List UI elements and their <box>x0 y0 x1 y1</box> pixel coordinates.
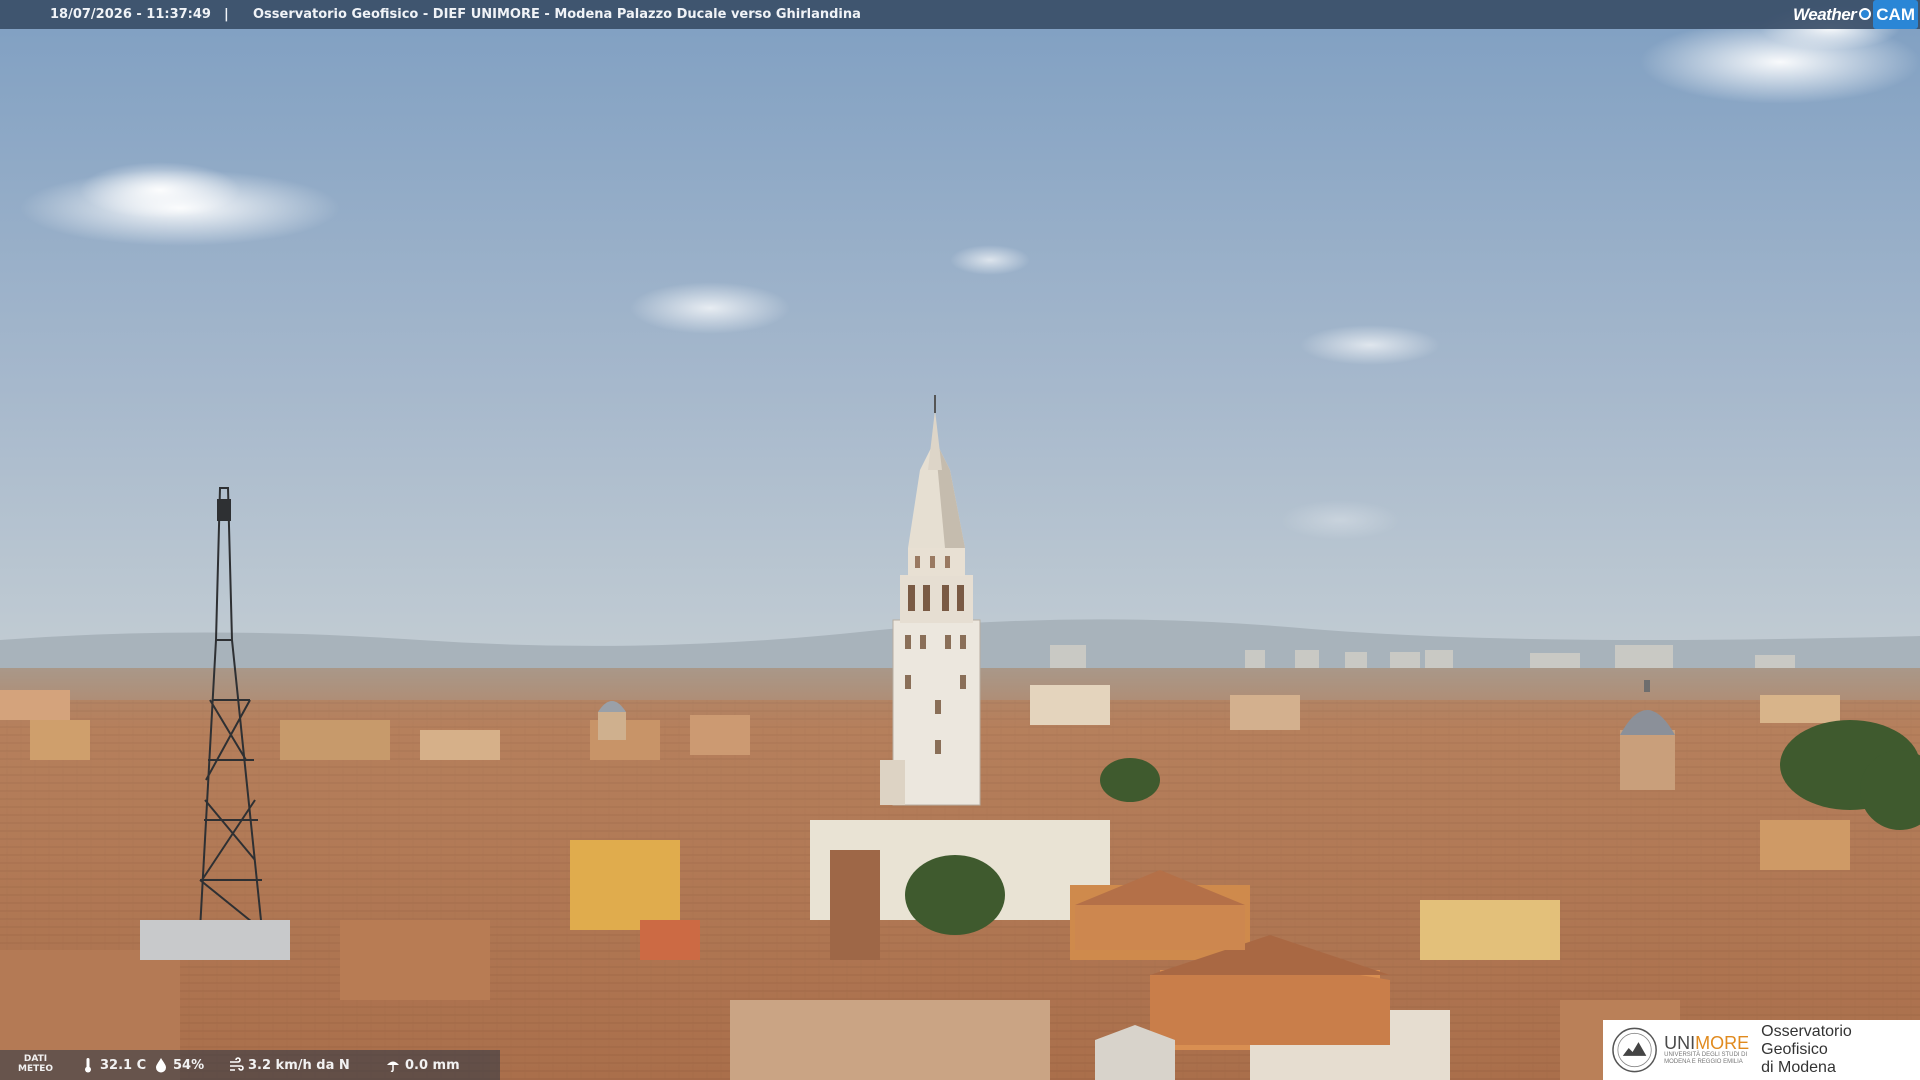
temperature-value: 32.1 C <box>100 1057 147 1073</box>
wind-value: 3.2 km/h da N <box>248 1057 350 1073</box>
rain-value: 0.0 mm <box>405 1057 460 1073</box>
humidity-reading: 54% <box>153 1057 204 1073</box>
webcam-image <box>0 0 1920 1080</box>
separator: | <box>224 7 229 22</box>
wind-icon <box>230 1057 244 1071</box>
observatory-name: Osservatorio Geofisico di Modena <box>1761 1023 1852 1076</box>
humidity-value: 54% <box>173 1057 205 1073</box>
brand-dot-icon <box>1859 8 1872 20</box>
meteo-label: DATI METEO <box>18 1054 54 1074</box>
temperature-reading: 32.1 C <box>80 1057 146 1073</box>
caption-bar: 18/07/2026 - 11:37:49 | Osservatorio Geo… <box>0 0 1920 29</box>
antenna-base <box>140 920 290 960</box>
unimore-logo-panel: UNIMORE UNIVERSITÀ DEGLI STUDI DI MODENA… <box>1603 1020 1920 1080</box>
droplet-icon <box>156 1058 166 1073</box>
unimore-wordmark: UNIMORE UNIVERSITÀ DEGLI STUDI DI MODENA… <box>1664 1033 1750 1065</box>
rain-reading: 0.0 mm <box>385 1057 460 1073</box>
university-seal-icon <box>1612 1027 1657 1073</box>
weather-data-bar: DATI METEO 32.1 C 54% 3.2 km/h da N 0.0 … <box>0 1050 500 1080</box>
rain-gauge-icon <box>387 1061 399 1073</box>
brand-cam-text: CAM <box>1873 0 1918 29</box>
brand-weather-text: Weather <box>1793 4 1857 24</box>
camera-title: Osservatorio Geofisico - DIEF UNIMORE - … <box>253 7 861 22</box>
timestamp: 18/07/2026 - 11:37:49 <box>50 7 211 22</box>
weathercam-logo: Weather CAM <box>1793 0 1918 29</box>
thermometer-icon <box>85 1058 91 1073</box>
wind-reading: 3.2 km/h da N <box>228 1057 350 1073</box>
